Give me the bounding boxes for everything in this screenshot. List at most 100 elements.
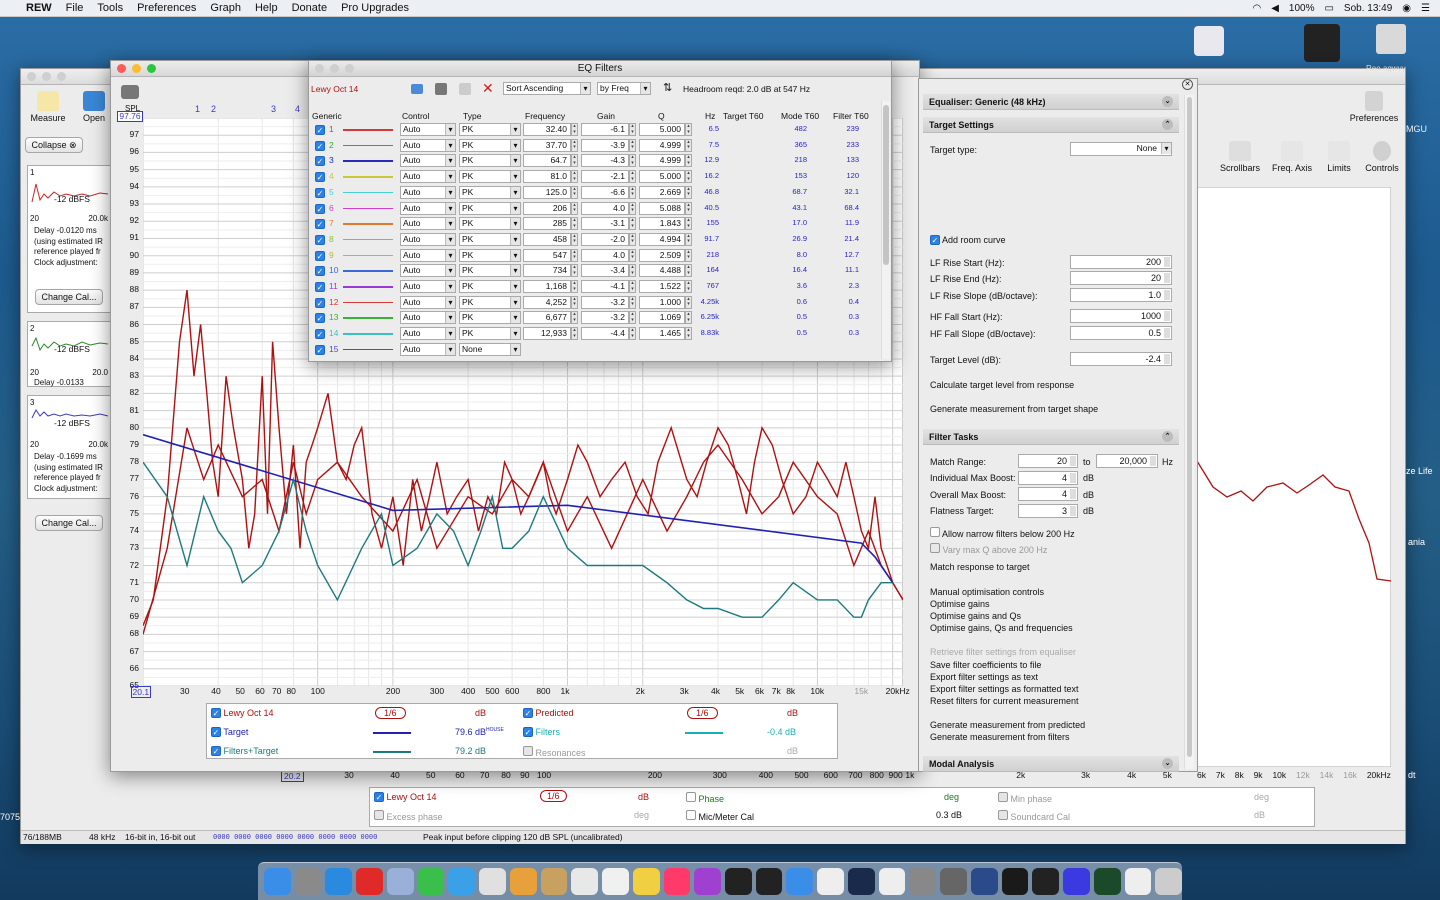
filter-type-select[interactable]: None [459, 342, 521, 356]
legend-target-checkbox[interactable]: ✓ [211, 727, 221, 737]
filter-frequency[interactable]: 285 [523, 217, 571, 231]
frequency-spinner[interactable]: ▴ ▾ [571, 138, 578, 152]
filter-q[interactable]: 5.000 [639, 123, 685, 136]
gain-spinner[interactable]: ▴ ▾ [629, 217, 636, 231]
legend-minphase-checkbox[interactable] [998, 792, 1008, 802]
filter-enable-checkbox[interactable]: ✓ [315, 172, 325, 183]
filter-control-select[interactable]: Auto [400, 185, 456, 199]
frequency-spinner[interactable]: ▴ ▾ [571, 327, 578, 341]
frequency-spinner[interactable]: ▴ ▾ [571, 264, 578, 278]
filter-q[interactable]: 1.465 [639, 327, 685, 341]
chevron-down-icon[interactable]: ⌄ [1162, 96, 1173, 107]
marker-4[interactable]: 4 [295, 104, 300, 114]
filter-type-select[interactable]: PK [459, 327, 521, 341]
open-button[interactable]: Open [75, 91, 113, 123]
menu-app-name[interactable]: REW [26, 2, 52, 14]
filter-gain[interactable]: -4.1 [581, 280, 629, 293]
dock-app-icon[interactable] [909, 868, 937, 895]
dock-app-icon[interactable] [264, 868, 291, 895]
swap-icon[interactable]: ⇅ [663, 81, 672, 94]
gain-spinner[interactable]: ▴ ▾ [629, 311, 636, 325]
vary-q-checkbox[interactable] [930, 543, 940, 553]
controls-button[interactable]: Controls [1361, 141, 1403, 173]
filter-control-select[interactable]: Auto [400, 280, 456, 293]
filter-enable-checkbox[interactable]: ✓ [315, 140, 325, 151]
gain-spinner[interactable]: ▴ ▾ [629, 327, 636, 341]
q-spinner[interactable]: ▴ ▾ [685, 295, 692, 309]
dock-app-icon[interactable] [448, 868, 476, 895]
frequency-spinner[interactable]: ▴ ▾ [571, 280, 578, 293]
retrieve-filter-settings[interactable]: Retrieve filter settings from equaliser [930, 647, 1076, 657]
zoom-button[interactable] [57, 72, 66, 81]
gen-target-shape[interactable]: Generate measurement from target shape [930, 404, 1098, 414]
legend-soundcard-checkbox[interactable] [998, 810, 1008, 820]
filter-enable-checkbox[interactable]: ✓ [315, 344, 325, 355]
manual-optimisation[interactable]: Manual optimisation controls [930, 587, 1044, 597]
freq-axis-button[interactable]: Freq. Axis [1269, 141, 1315, 173]
gain-spinner[interactable]: ▴ ▾ [629, 232, 636, 246]
filter-type-select[interactable]: PK [459, 248, 521, 262]
dock-app-icon[interactable] [479, 868, 506, 895]
filter-gain[interactable]: -3.9 [581, 138, 629, 152]
filter-type-select[interactable]: PK [459, 295, 521, 309]
filter-control-select[interactable]: Auto [400, 217, 456, 231]
legend-resonances-checkbox[interactable] [523, 746, 533, 756]
clock[interactable]: Sob. 13:49 [1344, 3, 1392, 14]
menu-pro-upgrades[interactable]: Pro Upgrades [341, 2, 409, 14]
gain-spinner[interactable]: ▴ ▾ [629, 154, 636, 168]
filter-row[interactable]: ✓10AutoPK734▴▾-3.4▴▾4.488▴▾16416.411.1 [309, 264, 879, 279]
q-spinner[interactable]: ▴ ▾ [685, 248, 692, 262]
dock-app-icon[interactable] [356, 868, 383, 895]
filter-gain[interactable]: -3.4 [581, 264, 629, 278]
filter-type-select[interactable]: PK [459, 311, 521, 325]
legend-predicted-checkbox[interactable]: ✓ [523, 708, 533, 718]
dock-app-icon[interactable] [817, 868, 844, 895]
field-input[interactable]: 1.0 [1070, 288, 1172, 302]
dock-app-icon[interactable] [878, 868, 906, 895]
q-spinner[interactable]: ▴ ▾ [685, 311, 692, 325]
gain-spinner[interactable]: ▴ ▾ [629, 295, 636, 309]
filter-q[interactable]: 4.999 [639, 138, 685, 152]
match-range-low[interactable]: 20 [1018, 454, 1078, 468]
filter-q[interactable]: 4.488 [639, 264, 685, 278]
q-spinner[interactable]: ▴ ▾ [685, 217, 692, 231]
filter-enable-checkbox[interactable]: ✓ [315, 297, 325, 308]
frequency-spinner[interactable]: ▴ ▾ [571, 123, 578, 136]
copy-icon[interactable] [459, 83, 471, 95]
menu-file[interactable]: File [66, 2, 84, 14]
frequency-spinner[interactable]: ▴ ▾ [571, 311, 578, 325]
filter-control-select[interactable]: Auto [400, 295, 456, 309]
battery-icon[interactable]: ▭ [1324, 3, 1333, 14]
filter-frequency[interactable]: 12,933 [523, 327, 571, 341]
gain-spinner[interactable]: ▴ ▾ [629, 248, 636, 262]
filter-control-select[interactable]: Auto [400, 311, 456, 325]
q-spinner[interactable]: ▴ ▾ [685, 327, 692, 341]
frequency-spinner[interactable]: ▴ ▾ [571, 201, 578, 215]
sort-select[interactable]: Sort Ascending [503, 82, 591, 95]
filter-enable-checkbox[interactable]: ✓ [315, 125, 325, 135]
save-icon[interactable] [411, 84, 423, 94]
filter-gain[interactable]: -3.2 [581, 311, 629, 325]
filter-enable-checkbox[interactable]: ✓ [315, 329, 325, 340]
filter-row[interactable]: ✓5AutoPK125.0▴▾-6.6▴▾2.669▴▾46.868.732.1 [309, 185, 879, 201]
disk-icon[interactable] [1376, 24, 1406, 54]
music-file-icon[interactable] [1194, 26, 1224, 56]
sort-by-select[interactable]: by Freq [597, 82, 651, 95]
zoom-button[interactable] [345, 64, 354, 73]
filter-q[interactable]: 1.000 [639, 295, 685, 309]
field-input[interactable]: 20 [1070, 271, 1172, 285]
filter-frequency[interactable]: 734 [523, 264, 571, 278]
frequency-spinner[interactable]: ▴ ▾ [571, 295, 578, 309]
filter-q[interactable]: 5.000 [639, 170, 685, 184]
filter-frequency[interactable]: 4,252 [523, 295, 571, 309]
dock-app-icon[interactable] [1093, 868, 1121, 895]
lewy-smoothing[interactable]: 1/6 [375, 707, 406, 719]
add-room-curve-checkbox[interactable]: ✓ [930, 235, 940, 245]
siri-icon[interactable]: ◉ [1402, 3, 1411, 14]
filter-row[interactable]: ✓13AutoPK6,677▴▾-3.2▴▾1.069▴▾6.25k0.50.3 [309, 311, 879, 326]
filter-gain[interactable]: -6.6 [581, 185, 629, 199]
filter-control-select[interactable]: Auto [400, 248, 456, 262]
filter-frequency[interactable]: 81.0 [523, 170, 571, 184]
filter-gain[interactable]: -3.2 [581, 295, 629, 309]
flatness-target[interactable]: 3 [1018, 504, 1078, 518]
